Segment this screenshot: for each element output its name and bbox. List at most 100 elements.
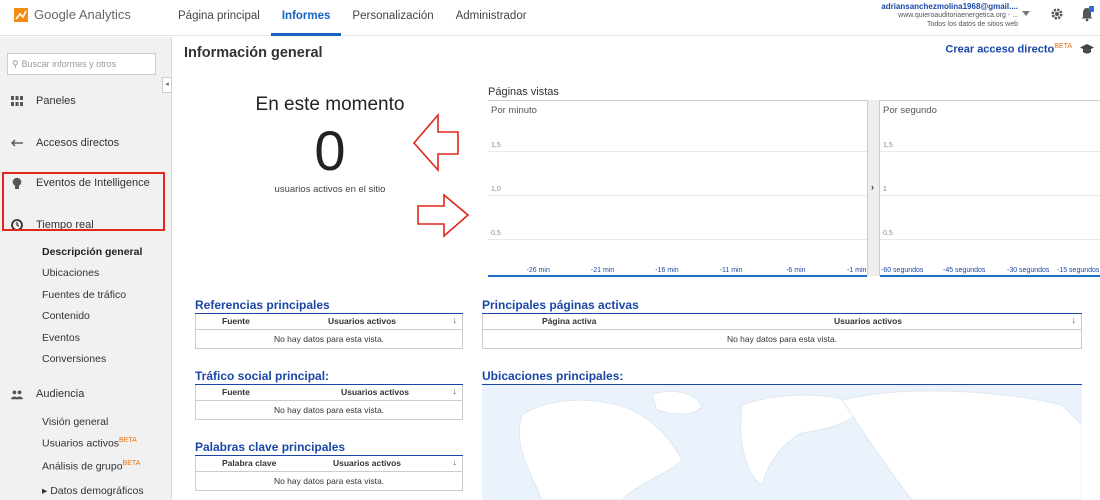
panel-label: Por minuto <box>491 105 537 116</box>
right-arrow-icon <box>417 193 470 238</box>
col-usuarios-activos[interactable]: Usuarios activos <box>333 458 401 468</box>
col-pagina-activa[interactable]: Página activa <box>542 316 596 326</box>
table-header: Fuente Usuarios activos ↓ <box>196 314 462 330</box>
report-search[interactable]: ⚲ <box>7 53 156 75</box>
create-shortcut-label: Crear acceso directo <box>945 43 1055 56</box>
table-paginas-activas: Página activa Usuarios activos ↓ No hay … <box>482 314 1082 349</box>
x-tick-label: -16 min <box>655 267 679 274</box>
section-title-paginas-activas: Principales páginas activas <box>482 298 639 312</box>
empty-row: No hay datos para esta vista. <box>726 334 838 344</box>
sort-arrow-icon[interactable]: ↓ <box>1072 315 1077 325</box>
per-minute-panel: Por minuto 1,5 1,0 0,5 -26 min -21 min -16 mi… <box>488 100 867 277</box>
account-site: www.quieroauditoriaenergetica.org - ... <box>898 12 1018 19</box>
sidebar-item-vision-general[interactable]: Visión general <box>42 416 108 428</box>
nav-personalizacion[interactable]: Personalización <box>341 0 444 36</box>
expand-panel-toggle[interactable]: › <box>867 100 880 276</box>
sidebar-item-ubicaciones[interactable]: Ubicaciones <box>42 267 99 279</box>
x-tick-label: -1 min <box>847 267 867 274</box>
sidebar-item-label: Análisis de grupo <box>42 460 123 473</box>
sidebar-item-datos-demograficos[interactable]: ▸ Datos demográficos <box>42 485 144 497</box>
realtime-label: En este momento <box>255 94 405 115</box>
search-input[interactable] <box>21 59 147 69</box>
empty-row: No hay datos para esta vista. <box>273 334 385 344</box>
sidebar-item-contenido[interactable]: Contenido <box>42 310 90 322</box>
col-palabra-clave[interactable]: Palabra clave <box>222 458 276 468</box>
beta-badge: BETA <box>122 460 141 467</box>
notifications-bell-icon[interactable] <box>1080 6 1094 22</box>
table-header: Página activa Usuarios activos ↓ <box>483 314 1081 330</box>
sidebar-item-eventos[interactable]: Eventos <box>42 332 80 344</box>
nav-pagina-principal[interactable]: Página principal <box>178 0 271 36</box>
table-header: Palabra clave Usuarios activos ↓ <box>196 456 462 472</box>
sidebar-collapse-button[interactable]: ◂ <box>162 77 172 93</box>
google-analytics-logo[interactable]: Google Analytics <box>14 7 131 22</box>
sidebar-item-label: Audiencia <box>36 388 85 400</box>
y-tick-label: 1,5 <box>883 142 893 149</box>
gridline <box>488 151 867 152</box>
x-tick-label: -6 min <box>786 267 806 274</box>
table-header: Fuente Usuarios activos ↓ <box>196 385 462 401</box>
annotation-arrows <box>412 112 470 238</box>
grid-icon <box>11 95 23 107</box>
pageviews-chart: Por minuto 1,5 1,0 0,5 -26 min -21 min -16 mi… <box>488 100 1100 277</box>
y-tick-label: 1,0 <box>491 186 501 193</box>
sidebar-item-audiencia[interactable]: Audiencia <box>11 388 84 400</box>
create-shortcut-link[interactable]: Crear acceso directoBETA <box>945 43 1072 56</box>
section-title-ubicaciones: Ubicaciones principales: <box>482 369 624 383</box>
table-referencias: Fuente Usuarios activos ↓ No hay datos p… <box>195 314 463 349</box>
per-second-panel: Por segundo 1,5 1 0,5 -60 segundos -45 segun… <box>880 100 1100 277</box>
sidebar-item-accesos-directos[interactable]: Accesos directos <box>11 137 119 149</box>
x-tick-label: -30 segundos <box>1007 267 1050 274</box>
col-usuarios-activos[interactable]: Usuarios activos <box>834 316 902 326</box>
sidebar-item-analisis-grupo[interactable]: Análisis de grupoBETA <box>42 460 140 473</box>
people-icon <box>11 388 23 400</box>
account-view: Todos los datos de sitios web <box>926 21 1018 28</box>
account-selector[interactable]: adriansanchezmolina1968@gmail.... www.qu… <box>881 2 1018 29</box>
search-icon: ⚲ <box>12 58 19 69</box>
sidebar-item-label: Usuarios activos <box>42 437 120 450</box>
y-tick-label: 0,5 <box>883 230 893 237</box>
active-users-caption: usuarios activos en el sitio <box>274 184 386 195</box>
x-tick-label: -11 min <box>719 267 743 274</box>
gear-icon[interactable] <box>1050 7 1064 26</box>
sidebar-item-paneles[interactable]: Paneles <box>11 95 76 107</box>
sidebar-item-descripcion-general[interactable]: Descripción general <box>42 246 142 258</box>
sidebar-item-fuentes-trafico[interactable]: Fuentes de tráfico <box>42 289 126 301</box>
gridline <box>488 239 867 240</box>
nav-administrador[interactable]: Administrador <box>445 0 538 36</box>
nav-informes[interactable]: Informes <box>270 0 342 36</box>
world-map-shapes <box>518 390 1082 500</box>
table-palabras-clave: Palabra clave Usuarios activos ↓ No hay … <box>195 456 463 491</box>
gridline <box>880 151 1100 152</box>
sidebar-item-conversiones[interactable]: Conversiones <box>42 353 106 365</box>
top-bar: Google Analytics Página principal Inform… <box>0 0 1100 36</box>
col-usuarios-activos[interactable]: Usuarios activos <box>328 316 396 326</box>
page-title: Información general <box>184 45 323 61</box>
col-usuarios-activos[interactable]: Usuarios activos <box>341 387 409 397</box>
section-title-referencias: Referencias principales <box>195 298 330 312</box>
col-fuente[interactable]: Fuente <box>222 316 250 326</box>
sidebar-item-label: Accesos directos <box>36 137 120 149</box>
account-name: adriansanchezmolina1968@gmail.... <box>881 2 1018 11</box>
sort-arrow-icon[interactable]: ↓ <box>453 386 458 396</box>
chevron-down-icon[interactable] <box>1022 11 1030 16</box>
chevron-right-icon: › <box>871 182 874 192</box>
col-fuente[interactable]: Fuente <box>222 387 250 397</box>
chart-baseline <box>880 275 1100 277</box>
empty-row: No hay datos para esta vista. <box>273 476 385 486</box>
analytics-logo-icon <box>14 7 28 22</box>
sort-arrow-icon[interactable]: ↓ <box>453 315 458 325</box>
logo-text: Google Analytics <box>34 7 131 22</box>
sidebar-item-label: Paneles <box>36 95 76 107</box>
x-tick-label: -21 min <box>590 267 615 274</box>
sidebar-item-usuarios-activos[interactable]: Usuarios activosBETA <box>42 437 137 450</box>
gridline <box>488 195 867 196</box>
panel-label: Por segundo <box>883 105 937 116</box>
sidebar: ◂ ⚲ Paneles Accesos directos Eventos de … <box>0 37 172 500</box>
sort-arrow-icon[interactable]: ↓ <box>453 457 458 467</box>
gridline <box>880 239 1100 240</box>
world-map[interactable] <box>482 385 1082 500</box>
graduation-cap-icon[interactable] <box>1080 44 1094 57</box>
chart-baseline <box>488 275 867 277</box>
y-tick-label: 0,5 <box>491 230 501 237</box>
